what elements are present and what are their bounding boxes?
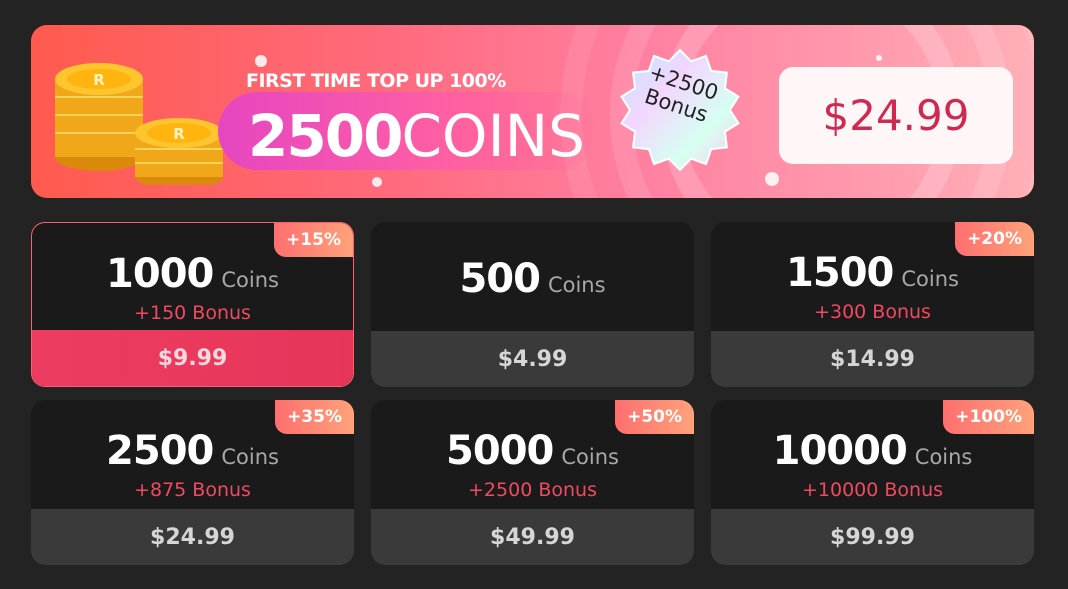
package-price-button[interactable]: $24.99 <box>31 509 354 565</box>
package-amount-line: 10000 Coins <box>711 428 1034 474</box>
coin-letter: R <box>173 125 185 143</box>
coin-package-card[interactable]: 1000 Coins +150 Bonus $9.99 +15% <box>31 222 354 387</box>
package-amount-line: 2500 Coins <box>31 428 354 474</box>
package-amount: 10000 <box>772 428 908 474</box>
package-amount: 1000 <box>106 251 214 297</box>
package-unit: Coins <box>547 273 606 297</box>
package-price-button[interactable]: $14.99 <box>711 331 1034 387</box>
coin-stack-icon: R R <box>55 63 223 185</box>
coin-letter: R <box>93 71 105 89</box>
package-amount-line: 1000 Coins <box>32 251 353 297</box>
package-amount: 1500 <box>786 250 894 296</box>
package-price-button[interactable]: $4.99 <box>371 331 694 387</box>
package-bonus: +10000 Bonus <box>801 479 944 501</box>
package-bonus: +150 Bonus <box>134 302 251 324</box>
package-amount: 2500 <box>106 428 214 474</box>
bonus-percent-tag: +35% <box>275 400 354 434</box>
sparkle-dot <box>255 55 267 67</box>
promo-amount-number: 2500 <box>248 102 403 170</box>
package-bonus: +300 Bonus <box>814 301 931 323</box>
package-info: 500 Coins <box>371 222 694 330</box>
package-amount: 5000 <box>446 428 554 474</box>
bonus-percent-tag: +50% <box>615 400 694 434</box>
coin-package-card[interactable]: 10000 Coins +10000 Bonus $99.99 +100% <box>711 400 1034 565</box>
package-price-button[interactable]: $99.99 <box>711 509 1034 565</box>
package-unit: Coins <box>901 267 959 291</box>
package-amount: 500 <box>459 256 540 302</box>
bonus-percent-tag: +100% <box>943 400 1034 434</box>
package-amount-line: 500 Coins <box>371 256 694 302</box>
package-unit: Coins <box>561 445 619 469</box>
package-unit: Coins <box>221 445 279 469</box>
package-price-button[interactable]: $9.99 <box>32 330 353 386</box>
package-price-button[interactable]: $49.99 <box>371 509 694 565</box>
promo-label: FIRST TIME TOP UP 100% <box>246 70 506 92</box>
coin-package-card[interactable]: 5000 Coins +2500 Bonus $49.99 +50% <box>371 400 694 565</box>
promo-amount-word: COINS <box>401 102 585 170</box>
bonus-percent-tag: +15% <box>274 223 353 257</box>
package-bonus: +875 Bonus <box>134 479 251 501</box>
coin-package-card[interactable]: 500 Coins $4.99 <box>371 222 694 387</box>
package-amount-line: 5000 Coins <box>371 428 694 474</box>
sparkle-dot <box>876 55 882 61</box>
coin-package-card[interactable]: 2500 Coins +875 Bonus $24.99 +35% <box>31 400 354 565</box>
bonus-percent-tag: +20% <box>955 222 1034 256</box>
package-amount-line: 1500 Coins <box>711 250 1034 296</box>
sparkle-dot <box>372 177 382 187</box>
package-bonus: +2500 Bonus <box>468 479 597 501</box>
promo-price-button[interactable]: $24.99 <box>779 67 1013 164</box>
coin-package-card[interactable]: 1500 Coins +300 Bonus $14.99 +20% <box>711 222 1034 387</box>
promo-coins-amount: 2500COINS <box>248 101 585 171</box>
sparkle-dot <box>765 172 779 186</box>
package-unit: Coins <box>914 445 973 469</box>
package-unit: Coins <box>221 268 279 292</box>
